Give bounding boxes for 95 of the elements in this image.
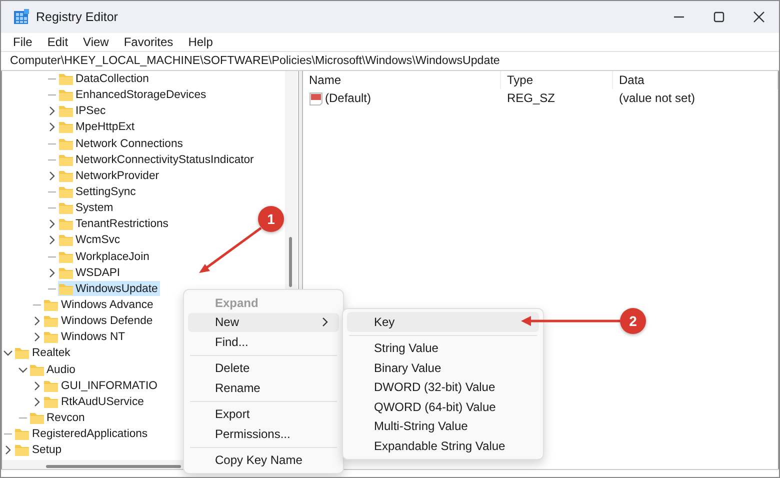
tree-item[interactable]: WindowsUpdate (58, 281, 160, 296)
folder-icon (58, 266, 74, 280)
expand-chevron-icon[interactable] (46, 106, 56, 116)
expand-chevron-icon[interactable] (46, 268, 56, 278)
menu-item[interactable]: Expandable String Value (347, 436, 539, 456)
folder-icon (58, 282, 74, 296)
folder-icon (58, 120, 74, 134)
app-icon (13, 9, 29, 25)
close-icon (753, 11, 765, 23)
tree-item[interactable]: TenantRestrictions (58, 216, 170, 232)
collapse-chevron-icon[interactable] (18, 364, 28, 375)
menu-item[interactable]: Help (182, 35, 219, 49)
tree-item[interactable]: Windows Defende (43, 314, 155, 329)
menu-item[interactable]: Rename (188, 378, 339, 398)
folder-icon (58, 152, 74, 167)
menu-item[interactable]: Delete (188, 358, 339, 378)
tree-item[interactable]: Realtek (14, 346, 72, 361)
folder-icon (58, 136, 74, 151)
menu-item[interactable]: Find... (188, 332, 339, 352)
folder-icon (28, 411, 44, 426)
menu-item[interactable]: QWORD (64-bit) Value (347, 397, 539, 416)
tree-item[interactable]: SettingSync (58, 184, 138, 200)
arrow (199, 227, 262, 273)
scrollbar-thumb[interactable] (289, 237, 292, 287)
folder-icon (58, 185, 74, 200)
tree-item[interactable]: Network Connections (58, 136, 185, 152)
tree-item[interactable]: Windows Advance (43, 298, 156, 313)
menu-item[interactable]: Binary Value (347, 358, 539, 378)
tree-item[interactable]: Revcon (28, 410, 87, 426)
menu-item[interactable]: Key (347, 312, 539, 332)
expand-chevron-icon[interactable] (46, 219, 56, 230)
folder-icon (58, 201, 74, 216)
table-cell-text: REG_SZ (506, 90, 556, 107)
tree-item[interactable]: DataCollection (58, 72, 151, 87)
tree-item[interactable]: Audio (28, 362, 78, 378)
folder-icon (28, 362, 44, 377)
menu-item[interactable]: Permissions... (188, 424, 339, 444)
tree-item[interactable]: NetworkConnectivityStatusIndicator (58, 152, 256, 168)
folder-icon (43, 394, 59, 409)
collapse-chevron-icon[interactable] (3, 348, 13, 358)
folder-icon (14, 443, 30, 458)
folder-icon (43, 314, 59, 328)
expand-chevron-icon[interactable] (3, 445, 13, 456)
menu-item[interactable]: Export (188, 404, 339, 424)
folder-icon (58, 104, 74, 118)
address-bar[interactable]: Computer\HKEY_LOCAL_MACHINE\SOFTWARE\Policies\Microsoft\Windows\WindowsUpdate (1, 52, 779, 70)
tree-item[interactable]: WcmSvc (58, 232, 122, 248)
folder-icon (58, 88, 74, 102)
folder-icon (43, 330, 59, 344)
menu-item[interactable]: New (188, 312, 339, 332)
scrollbar-thumb[interactable] (46, 465, 181, 468)
table-cell: (Default) (303, 89, 501, 107)
tree-item[interactable]: RegisteredApplications (14, 426, 150, 442)
tree-item[interactable]: WSDAPI (58, 265, 122, 280)
column-header[interactable]: Name (303, 71, 501, 89)
column-header[interactable]: Data (613, 71, 778, 89)
tree-item[interactable]: Windows NT (43, 330, 128, 345)
folder-icon (43, 378, 59, 393)
table-cell-text: (value not set) (618, 90, 696, 107)
menu-item[interactable]: DWORD (32-bit) Value (347, 378, 539, 397)
tree-item[interactable]: Setup (14, 442, 64, 458)
tree-item[interactable]: System (58, 200, 116, 216)
tree-item[interactable]: RtkAudUService (43, 394, 146, 410)
menu-item[interactable]: String Value (347, 338, 539, 358)
tree-item[interactable]: IPSec (58, 104, 108, 119)
folder-icon (58, 72, 74, 86)
tree-item[interactable]: WorkplaceJoin (58, 249, 152, 264)
folder-icon (43, 298, 59, 312)
menu-item[interactable]: Copy Key Name (188, 450, 339, 470)
tree-item[interactable]: MpeHttpExt (58, 120, 137, 135)
menu-item[interactable]: File (7, 35, 38, 49)
menu-item[interactable]: View (77, 35, 115, 49)
folder-icon (58, 250, 74, 264)
expand-chevron-icon[interactable] (32, 380, 42, 391)
folder-icon (14, 346, 30, 360)
menu-item[interactable]: Edit (41, 35, 74, 49)
expand-chevron-icon[interactable] (46, 122, 56, 132)
folder-icon (58, 233, 74, 248)
string-value-icon (309, 90, 323, 106)
expand-chevron-icon[interactable] (46, 235, 56, 246)
menu-item[interactable]: Multi-String Value (347, 416, 539, 436)
expand-chevron-icon[interactable] (32, 396, 42, 407)
maximize-icon (713, 11, 725, 23)
column-header[interactable]: Type (501, 71, 613, 89)
folder-icon (14, 427, 30, 442)
tree-item[interactable]: EnhancedStorageDevices (58, 88, 208, 103)
expand-chevron-icon[interactable] (32, 316, 42, 326)
expand-chevron-icon[interactable] (46, 170, 56, 181)
tree-item[interactable]: NetworkProvider (58, 168, 161, 184)
menu-item[interactable]: Favorites (118, 35, 180, 49)
expand-chevron-icon[interactable] (32, 332, 42, 342)
window-title: Registry Editor (36, 10, 118, 24)
folder-icon (58, 168, 74, 183)
tree-item[interactable]: GUI_INFORMATIO (43, 378, 160, 394)
folder-icon (58, 217, 74, 232)
